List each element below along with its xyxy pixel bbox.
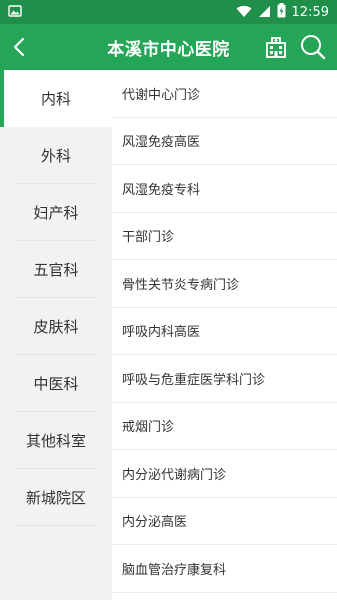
sidebar-item-tcm[interactable]: 中医科 (0, 355, 112, 412)
sidebar-item-label: 皮肤科 (33, 318, 79, 336)
sidebar-item-dermatology[interactable]: 皮肤科 (0, 298, 112, 355)
sidebar-item-label: 其他科室 (25, 432, 86, 450)
sidebar-item-label: 中医科 (33, 375, 79, 393)
list-item[interactable]: 风湿免疫专科 (112, 165, 337, 213)
sidebar-item-other[interactable]: 其他科室 (0, 412, 112, 469)
wifi-icon (236, 3, 252, 22)
sidebar-item-new-campus[interactable]: 新城院区 (0, 469, 112, 526)
sidebar-item-internal-medicine[interactable]: 内科 (0, 70, 112, 127)
signal-icon (258, 3, 271, 22)
sidebar-item-label: 五官科 (33, 261, 79, 279)
department-list: 代谢中心门诊 风湿免疫高医 风湿免疫专科 干部门诊 骨性关节炎专病门诊 呼吸内科… (112, 70, 337, 600)
status-time: 12:59 (291, 4, 329, 20)
list-item[interactable]: 脑血管治疗康复科 (112, 545, 337, 593)
list-item[interactable]: 骨性关节炎专病门诊 (112, 260, 337, 308)
list-item[interactable]: 代谢中心门诊 (112, 70, 337, 118)
list-item[interactable]: 呼吸与危重症医学科门诊 (112, 355, 337, 403)
status-bar: 12:59 (0, 0, 337, 24)
sidebar-item-label: 新城院区 (25, 489, 86, 507)
back-button[interactable] (8, 35, 32, 59)
list-item[interactable]: 干部门诊 (112, 213, 337, 260)
battery-icon (277, 2, 286, 22)
search-button[interactable] (299, 33, 327, 61)
sidebar-item-label: 外科 (40, 147, 71, 165)
sidebar-item-obstetrics-gynecology[interactable]: 妇产科 (0, 184, 112, 241)
list-item[interactable]: 内分泌代谢病门诊 (112, 450, 337, 498)
list-item[interactable]: 戒烟门诊 (112, 403, 337, 450)
sidebar-item-ent[interactable]: 五官科 (0, 241, 112, 298)
hospital-button[interactable] (264, 35, 288, 59)
list-item[interactable]: 风湿免疫高医 (112, 118, 337, 165)
list-item[interactable]: 内分泌高医 (112, 498, 337, 545)
sidebar-item-label: 妇产科 (33, 204, 79, 222)
department-sidebar: 内科 外科 妇产科 五官科 皮肤科 中医科 其他科室 新城院区 (0, 70, 112, 600)
sidebar-item-label: 内科 (40, 90, 71, 108)
hospital-building-icon (266, 37, 286, 58)
chevron-left-icon (13, 37, 25, 57)
image-notification-icon (8, 3, 22, 22)
search-icon (301, 35, 326, 60)
list-item[interactable]: 呼吸内科高医 (112, 308, 337, 355)
sidebar-item-surgery[interactable]: 外科 (0, 127, 112, 184)
app-bar: 本溪市中心医院 (0, 24, 337, 70)
